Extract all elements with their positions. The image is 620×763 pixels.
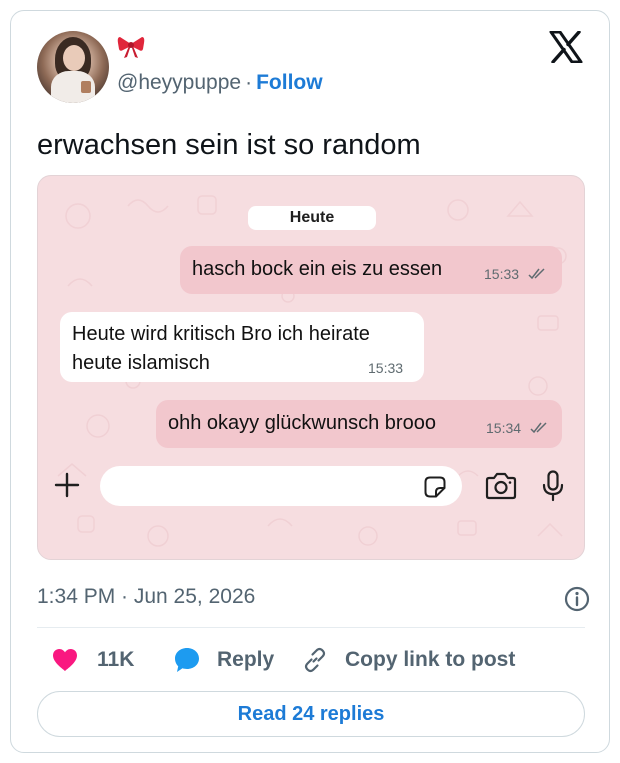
divider: [37, 627, 585, 628]
speech-bubble-icon: [175, 648, 199, 672]
camera-icon[interactable]: [484, 472, 518, 500]
tweet-text: erwachsen sein ist so random: [37, 129, 421, 161]
tweet-timestamp[interactable]: 1:34 PM · Jun 25, 2026: [37, 585, 255, 609]
message-input[interactable]: [100, 466, 462, 506]
date-separator: Heute: [248, 206, 376, 230]
message-text: ohh okayy glückwunsch brooo: [168, 412, 436, 434]
double-check-icon: [530, 422, 547, 434]
message-outgoing[interactable]: hasch bock ein eis zu essen 15:33: [180, 246, 562, 294]
message-time: 15:33: [484, 266, 520, 282]
avatar[interactable]: [37, 31, 109, 103]
like-button[interactable]: 11K: [51, 645, 134, 675]
follow-button[interactable]: Follow: [256, 71, 323, 94]
message-incoming[interactable]: Heute wird kritisch Bro ich heirate heut…: [60, 312, 424, 382]
link-icon: [304, 647, 326, 673]
double-check-icon: [528, 268, 545, 280]
x-logo-icon[interactable]: [549, 31, 583, 63]
ribbon-bow-icon: [117, 37, 145, 58]
likes-count: 11K: [97, 648, 135, 671]
tweet-card: @heyypuppe · Follow erwachsen sein ist so …: [10, 10, 610, 753]
copy-link-button[interactable]: Copy link to post: [301, 645, 515, 675]
plus-icon[interactable]: [52, 470, 82, 500]
message-time: 15:34: [486, 420, 522, 436]
copy-link-label: Copy link to post: [345, 648, 516, 671]
author-line: @heyypuppe · Follow: [117, 71, 323, 95]
separator-dot: ·: [245, 71, 253, 94]
reply-button[interactable]: Reply: [173, 645, 274, 675]
author-handle[interactable]: @heyypuppe: [117, 71, 241, 94]
sticker-icon[interactable]: [424, 476, 446, 498]
chat-screenshot[interactable]: Heute hasch bock ein eis zu essen 15:33 …: [37, 175, 585, 560]
microphone-icon[interactable]: [542, 470, 564, 502]
message-text: hasch bock ein eis zu essen: [192, 258, 443, 280]
heart-icon: [53, 649, 77, 671]
reply-label: Reply: [217, 648, 275, 671]
message-time: 15:33: [368, 360, 404, 376]
read-replies-button[interactable]: Read 24 replies: [37, 691, 585, 737]
message-outgoing[interactable]: ohh okayy glückwunsch brooo 15:34: [156, 400, 562, 448]
info-icon[interactable]: [564, 586, 590, 612]
message-text: Heute wird kritisch Bro ich heirate heut…: [72, 323, 370, 374]
